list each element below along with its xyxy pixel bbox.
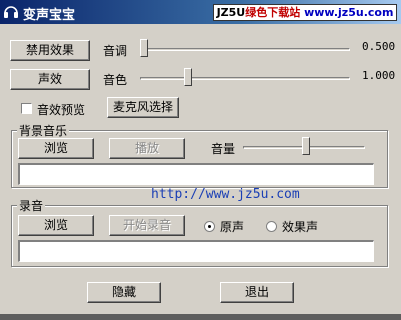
timbre-label: 音色 [103,73,128,87]
disable-effect-button[interactable]: 禁用效果 [10,40,90,61]
taskbar-strip [0,314,401,320]
radio-original[interactable] [204,221,215,232]
volume-label: 音量 [211,142,236,156]
bgm-group-label: 背景音乐 [17,122,70,139]
watermark-banner: JZ5U绿色下载站 www.jz5u.com [213,4,397,21]
watermark-highlight: 绿色下载站 [245,6,301,19]
title-bar[interactable]: 变声宝宝 JZ5U绿色下载站 www.jz5u.com [0,0,401,24]
sound-effect-button[interactable]: 声效 [10,69,90,90]
radio-effect-label: 效果声 [282,220,319,234]
bgm-path-field[interactable] [18,163,374,185]
bgm-browse-button[interactable]: 浏览 [18,138,94,159]
watermark-prefix: JZ5U [216,6,246,19]
pitch-slider-thumb[interactable] [140,39,148,57]
hide-button[interactable]: 隐藏 [87,282,161,303]
radio-effect[interactable] [266,221,277,232]
radio-original-label: 原声 [220,220,245,234]
record-path-field[interactable] [18,240,374,262]
record-group-label: 录音 [17,197,46,214]
window-title: 变声宝宝 [23,8,76,23]
timbre-slider-thumb[interactable] [184,68,192,86]
bgm-play-button[interactable]: 播放 [109,138,185,159]
mic-select-button[interactable]: 麦克风选择 [107,97,179,118]
pitch-slider-track[interactable] [140,48,350,51]
pitch-label: 音调 [103,44,128,58]
pitch-value: 0.500 [362,40,396,53]
sound-preview-label: 音效预览 [37,103,86,117]
headphones-icon [3,4,19,20]
watermark-url-text: http://www.jz5u.com [151,187,300,202]
sound-preview-checkbox[interactable] [21,103,32,114]
timbre-value: 1.000 [362,69,396,82]
watermark-url: www.jz5u.com [304,6,394,19]
volume-slider-thumb[interactable] [302,137,310,155]
record-browse-button[interactable]: 浏览 [18,215,94,236]
timbre-slider-track[interactable] [140,77,350,80]
exit-button[interactable]: 退出 [220,282,294,303]
start-record-button[interactable]: 开始录音 [109,215,185,236]
